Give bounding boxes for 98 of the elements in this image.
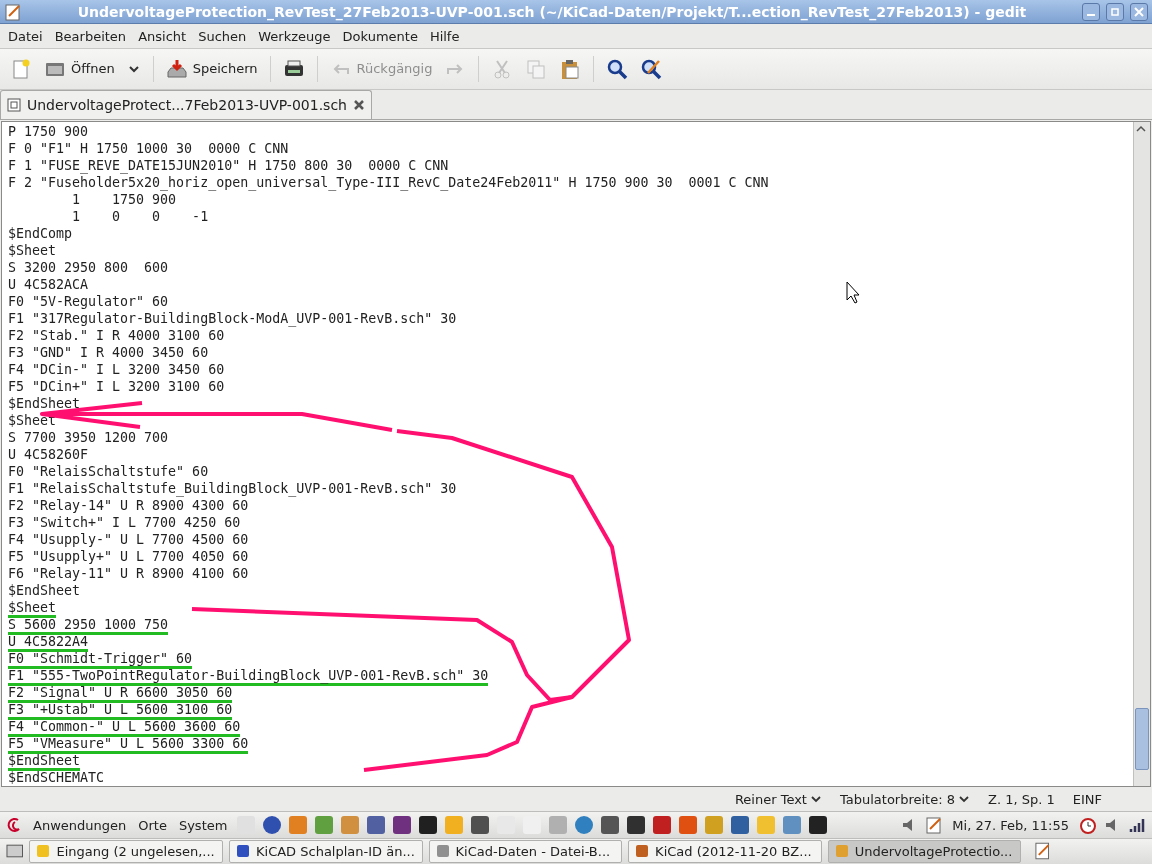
code-line: $EndComp	[8, 225, 73, 241]
notepad-icon	[4, 2, 22, 21]
code-line: $EndSCHEMATC	[8, 769, 105, 785]
status-text: Z. 1, Sp. 1	[988, 791, 1055, 807]
scrollbar[interactable]	[1133, 121, 1150, 786]
notepad-icon[interactable]	[925, 816, 944, 834]
minimize-icon	[1087, 13, 1095, 16]
panel-menu[interactable]: Anwendungen	[30, 817, 130, 833]
code-line: $Sheet	[8, 242, 57, 258]
maximize-button[interactable]	[1106, 2, 1124, 21]
code-line: F5 "Usupply+" U L 7700 4050 60	[8, 548, 249, 564]
panel-menu[interactable]: Orte	[135, 817, 170, 833]
code-line: S 3200 2950 800 600	[8, 259, 169, 275]
code-line: S 5600 2950 1000 750	[8, 616, 169, 635]
code-line: F0 "RelaisSchaltstufe" 60	[8, 463, 209, 479]
minimize-button[interactable]	[1082, 2, 1100, 21]
launcher-icon[interactable]	[392, 815, 413, 835]
code-line: F2 "Signal" U R 6600 3050 60	[8, 684, 233, 703]
task-button[interactable]: UndervoltageProtectio...	[827, 839, 1022, 863]
search-replace-icon	[640, 57, 663, 80]
task-button[interactable]: Eingang (2 ungelesen,...	[29, 839, 223, 863]
menu-item[interactable]: Dokumente	[336, 28, 424, 44]
launcher-icon[interactable]	[808, 815, 829, 835]
code-line: F3 "Switch+" I L 7700 4250 60	[8, 514, 241, 530]
tab-label: UndervoltageProtect...7Feb2013-UVP-001.sch	[27, 96, 347, 113]
new-document-icon	[10, 57, 32, 80]
app-icon	[435, 844, 450, 859]
task-button[interactable]: KiCAD Schalplan-ID än...	[229, 839, 423, 863]
menu-item[interactable]: Werkzeuge	[252, 28, 337, 44]
window-title: UndervoltageProtection_RevTest_27Feb2013-UVP-001.sch (~/KiCad-Daten/Projekt/T...ection_RevTest_27Feb2013) - gedit	[76, 3, 1028, 20]
menu-item[interactable]: Datei	[2, 28, 49, 44]
code-line: F2 "Stab." I R 4000 3100 60	[8, 327, 225, 343]
alarm-clock-icon[interactable]	[1078, 815, 1098, 835]
menu-item[interactable]: Ansicht	[132, 28, 193, 44]
signal-bars-icon[interactable]	[1128, 816, 1146, 834]
menu-item[interactable]: Suchen	[192, 28, 253, 44]
launcher-icon[interactable]	[626, 815, 647, 835]
status-dropdown[interactable]: Reiner Text	[734, 791, 822, 807]
code-line: U 4C5822A4	[8, 633, 89, 652]
close-icon	[1134, 6, 1144, 17]
code-line: P 1750 900	[8, 123, 89, 139]
code-line: F0 "5V-Regulator" 60	[8, 293, 169, 309]
code-line: F2 "Relay-14" U R 8900 4300 60	[8, 497, 249, 513]
code-line: $EndSheet	[8, 395, 81, 411]
close-button[interactable]	[1130, 2, 1148, 21]
text-editor[interactable]	[1, 120, 1151, 787]
clipboard-icon	[559, 57, 582, 80]
status-text: EINF	[1072, 791, 1102, 807]
code-line: F1 "317Regulator-BuildingBlock-ModA_UVP-001-RevB.sch" 30	[8, 310, 457, 326]
code-line: F4 "Usupply-" U L 7700 4500 60	[8, 531, 249, 547]
code-line: $EndSheet	[8, 582, 81, 598]
document-tab[interactable]: UndervoltageProtect...7Feb2013-UVP-001.sch	[0, 89, 372, 119]
code-line: $EndSheet	[8, 752, 81, 771]
clock[interactable]: Mi, 27. Feb, 11:55	[949, 817, 1072, 833]
launcher-icon[interactable]	[470, 815, 491, 835]
save-icon	[165, 57, 188, 80]
code-line: F3 "+Ustab" U L 5600 3100 60	[8, 701, 233, 720]
scroll-thumb[interactable]	[1135, 707, 1149, 770]
code-line: F4 "Common-" U L 5600 3600 60	[8, 718, 241, 737]
code-line: U 4C582ACA	[8, 276, 89, 292]
task-button[interactable]: KiCad (2012-11-20 BZ...	[628, 839, 822, 863]
code-line: U 4C58260F	[8, 446, 89, 462]
code-line: F1 "555-TwoPointRegulator-BuildingBlock_UVP-001-RevB.sch" 30	[8, 667, 489, 686]
code-line: F5 "DCin+" I L 3200 3100 60	[8, 378, 225, 394]
status-dropdown[interactable]: Tabulatorbreite: 8	[839, 791, 970, 807]
menu-item[interactable]: Bearbeiten	[48, 28, 133, 44]
save-button[interactable]: Speichern	[161, 53, 262, 84]
task-button[interactable]: KiCad-Daten - Datei-B...	[428, 839, 623, 863]
code-line: F 2 "Fuseholder5x20_horiz_open_universal_Type-III_RevC_Date24Feb2011" H 1750 900 30 0001 C CNN	[8, 174, 769, 190]
code-line: F5 "VMeasure" U L 5600 3300 60	[8, 735, 249, 754]
code-line: F4 "DCin-" I L 3200 3450 60	[8, 361, 225, 377]
code-line: F 1 "FUSE_REVE_DATE15JUN2010" H 1750 800 30 0000 C CNN	[8, 157, 449, 173]
code-line: F0 "Schmidt-Trigger" 60	[8, 650, 193, 669]
code-line: F 0 "F1" H 1750 1000 30 0000 C CNN	[8, 140, 289, 156]
panel-menu[interactable]: System	[175, 817, 231, 833]
mouse-pointer-icon	[846, 281, 860, 304]
launcher-icon[interactable]	[600, 815, 621, 835]
code-line: F6 "Relay-11" U R 8900 4100 60	[8, 565, 249, 581]
launcher-icon[interactable]	[262, 815, 283, 835]
code-line: F1 "RelaisSchaltstufe_BuildingBlock_UVP-001-RevB.sch" 30	[8, 480, 457, 496]
copy-icon	[525, 57, 548, 80]
search-icon	[606, 57, 629, 80]
app-icon	[635, 844, 650, 859]
maximize-icon	[1110, 6, 1120, 17]
close-icon[interactable]	[352, 98, 365, 111]
code-line: 1 0 0 -1	[71, 208, 209, 224]
document-icon	[7, 97, 21, 112]
code-line: 1 1750 900	[71, 191, 177, 207]
launcher-icon[interactable]	[418, 815, 439, 835]
app-icon	[36, 844, 51, 859]
code-line: F3 "GND" I R 4000 3450 60	[8, 344, 209, 360]
code-line: S 7700 3950 1200 700	[8, 429, 169, 445]
open-button[interactable]: Öffnen	[40, 53, 119, 84]
code-line: $Sheet	[8, 599, 57, 618]
app-icon	[236, 844, 250, 859]
code-line: $Sheet	[8, 412, 57, 428]
app-icon	[834, 844, 849, 859]
menu-item[interactable]: Hilfe	[423, 28, 466, 44]
